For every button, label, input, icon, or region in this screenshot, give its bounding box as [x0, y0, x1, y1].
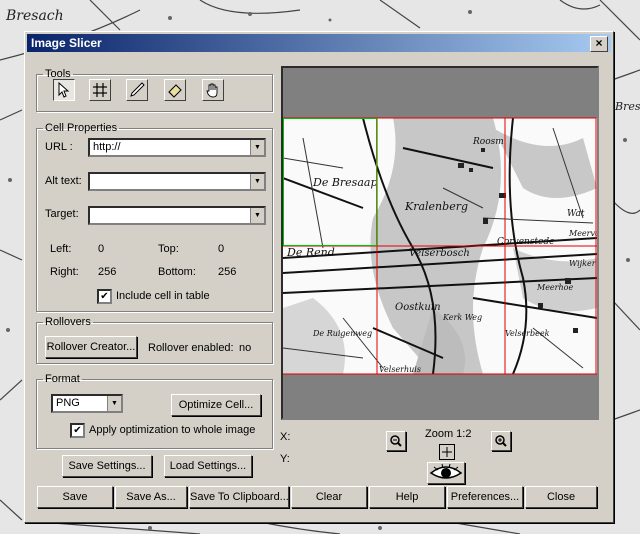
rollovers-legend: Rollovers	[45, 316, 91, 328]
left-label: Left:	[50, 243, 72, 255]
chevron-down-icon[interactable]: ▼	[250, 208, 264, 223]
target-combobox[interactable]: ▼	[88, 206, 266, 225]
right-value: 256	[98, 266, 117, 278]
apply-optimization-label: Apply optimization to whole image	[89, 424, 256, 436]
eye-icon	[429, 463, 463, 479]
url-label: URL :	[45, 141, 73, 153]
preview-map-label: Velserbeek	[505, 329, 550, 338]
dialog-titlebar[interactable]: Image Slicer ×	[27, 34, 611, 52]
save-settings-button[interactable]: Save Settings...	[62, 455, 152, 477]
close-window-button[interactable]: ×	[590, 36, 608, 52]
chevron-down-icon[interactable]: ▼	[250, 140, 264, 155]
save-to-clipboard-button[interactable]: Save To Clipboard...	[189, 486, 289, 508]
pen-tool-button[interactable]	[126, 79, 148, 101]
alt-text-label: Alt text:	[45, 175, 82, 187]
right-label: Right:	[50, 266, 79, 278]
bottom-label: Bottom:	[158, 266, 196, 278]
preview-map-label: Velserbosch	[409, 248, 470, 259]
preview-map-label: Wat	[567, 209, 585, 219]
url-value: http://	[93, 141, 121, 153]
dialog-title: Image Slicer	[31, 36, 102, 50]
x-coordinate-label: X:	[280, 431, 291, 443]
zoom-out-icon	[390, 435, 402, 447]
format-legend: Format	[45, 373, 80, 385]
bg-map-label: Bres	[614, 100, 640, 113]
checkmark-icon: ✔	[73, 425, 82, 436]
optimize-cell-button[interactable]: Optimize Cell...	[171, 394, 261, 416]
eraser-icon	[168, 84, 182, 98]
preview-map-label: Wijker	[569, 259, 597, 268]
left-value: 0	[98, 243, 105, 255]
load-settings-button[interactable]: Load Settings...	[164, 455, 252, 477]
rollover-creator-button[interactable]: Rollover Creator...	[45, 336, 137, 358]
top-value: 0	[218, 243, 225, 255]
preview-map-label: Kerk Weg	[442, 313, 482, 322]
preview-map-label: Meervd	[568, 229, 597, 238]
preview-map-label: Roosm	[472, 137, 504, 147]
preview-map-label: Velserhuis	[379, 365, 421, 374]
preview-map-label: Meerhoe	[536, 283, 573, 292]
eraser-tool-button[interactable]	[164, 79, 186, 101]
rollover-enabled-label: Rollover enabled:	[148, 342, 234, 354]
preview-map-label: Kralenberg	[404, 200, 468, 213]
crosshair-icon	[442, 447, 452, 457]
preview-map-label: De Ruigenweg	[312, 329, 372, 338]
format-select[interactable]: PNG ▼	[51, 394, 123, 413]
slice-grid-tool-button[interactable]	[89, 79, 111, 101]
clear-button[interactable]: Clear	[291, 486, 367, 508]
url-combobox[interactable]: http:// ▼	[88, 138, 266, 157]
close-button[interactable]: Close	[525, 486, 597, 508]
pointer-tool-button[interactable]	[53, 79, 75, 101]
zoom-in-icon	[495, 435, 507, 447]
chevron-down-icon[interactable]: ▼	[107, 396, 121, 411]
target-label: Target:	[45, 208, 79, 220]
include-cell-label: Include cell in table	[116, 290, 210, 302]
image-slicer-dialog: Image Slicer × Tools Cell Properties URL…	[24, 31, 614, 523]
slice-preview-canvas[interactable]: De Bresaap Kralenberg Roosm Wat Corvenst…	[283, 68, 597, 418]
hand-icon	[206, 83, 218, 98]
y-coordinate-label: Y:	[280, 453, 290, 465]
preview-toggle-button[interactable]	[427, 462, 465, 484]
preview-map-label: De Rend	[286, 246, 335, 259]
checkmark-icon: ✔	[100, 291, 109, 302]
chevron-down-icon[interactable]: ▼	[250, 174, 264, 189]
rollover-enabled-value: no	[239, 342, 252, 354]
pen-icon	[130, 82, 145, 97]
top-label: Top:	[158, 243, 179, 255]
cell-properties-legend: Cell Properties	[45, 122, 118, 134]
arrow-pointer-icon	[58, 82, 70, 98]
include-cell-checkbox[interactable]: ✔	[97, 289, 112, 304]
preview-map-label: Oostkuin	[395, 302, 441, 313]
apply-optimization-checkbox[interactable]: ✔	[70, 423, 85, 438]
zoom-fit-button[interactable]	[439, 444, 455, 460]
preferences-button[interactable]: Preferences...	[447, 486, 523, 508]
help-button[interactable]: Help	[369, 486, 445, 508]
preview-map-label: De Bresaap	[312, 176, 377, 189]
grid-icon	[93, 83, 107, 97]
alt-text-combobox[interactable]: ▼	[88, 172, 266, 191]
save-as-button[interactable]: Save As...	[115, 486, 187, 508]
bg-map-label: Bresach	[5, 8, 64, 24]
zoom-out-button[interactable]	[386, 431, 406, 451]
hand-tool-button[interactable]	[202, 79, 224, 101]
zoom-in-button[interactable]	[491, 431, 511, 451]
bottom-value: 256	[218, 266, 237, 278]
slice-preview-pane[interactable]: De Bresaap Kralenberg Roosm Wat Corvenst…	[281, 66, 599, 420]
zoom-level-label: Zoom 1:2	[425, 428, 472, 440]
close-icon: ×	[595, 36, 603, 50]
format-selected-value: PNG	[56, 397, 80, 409]
save-button[interactable]: Save	[37, 486, 113, 508]
